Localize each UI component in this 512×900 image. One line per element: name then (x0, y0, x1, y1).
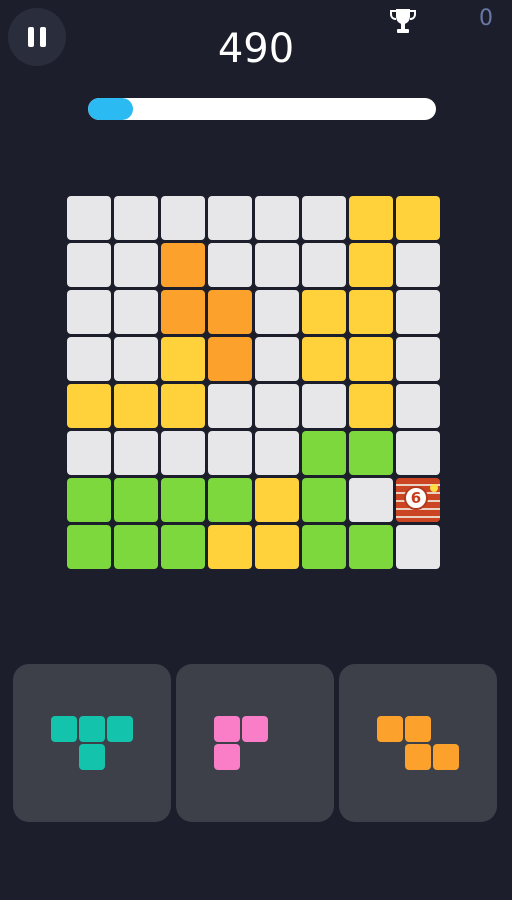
empty-cell (67, 431, 111, 475)
empty-cell (161, 431, 205, 475)
yellow-block (255, 478, 299, 522)
empty-cell (161, 196, 205, 240)
empty-cell (396, 384, 440, 428)
empty-cell (255, 243, 299, 287)
green-block (114, 478, 158, 522)
empty-cell (396, 290, 440, 334)
piece-block (79, 716, 105, 742)
teal-t-piece[interactable] (51, 716, 133, 770)
empty-cell (255, 384, 299, 428)
empty-cell (302, 384, 346, 428)
empty-cell (255, 196, 299, 240)
empty-cell (114, 337, 158, 381)
empty-cell (255, 431, 299, 475)
green-block (114, 525, 158, 569)
empty-cell (302, 196, 346, 240)
piece-block (433, 744, 459, 770)
piece-block (51, 716, 77, 742)
yellow-block (161, 337, 205, 381)
empty-cell (67, 196, 111, 240)
empty-cell (396, 243, 440, 287)
empty-cell (255, 290, 299, 334)
green-block (302, 525, 346, 569)
green-block (161, 478, 205, 522)
yellow-block (396, 196, 440, 240)
yellow-block (349, 384, 393, 428)
empty-cell (396, 337, 440, 381)
empty-cell (349, 478, 393, 522)
piece-block (79, 744, 105, 770)
current-score: 490 (217, 26, 295, 72)
yellow-block (208, 525, 252, 569)
level-progress-bar (88, 98, 436, 120)
bomb-block: 6 (396, 478, 440, 522)
piece-block (107, 716, 133, 742)
piece-block (433, 716, 459, 742)
green-block (349, 525, 393, 569)
piece-block (377, 716, 403, 742)
piece-block (377, 744, 403, 770)
empty-cell (302, 243, 346, 287)
empty-cell (396, 525, 440, 569)
piece-block (107, 744, 133, 770)
empty-cell (114, 243, 158, 287)
bomb-counter: 6 (404, 486, 428, 510)
piece-slot-2[interactable] (176, 664, 334, 822)
yellow-block (349, 243, 393, 287)
yellow-block (349, 196, 393, 240)
green-block (349, 431, 393, 475)
piece-block (270, 716, 296, 742)
empty-cell (208, 431, 252, 475)
orange-block (161, 290, 205, 334)
piece-slot-3[interactable] (339, 664, 497, 822)
piece-block (405, 744, 431, 770)
orange-block (208, 290, 252, 334)
yellow-block (161, 384, 205, 428)
empty-cell (67, 337, 111, 381)
orange-block (161, 243, 205, 287)
empty-cell (208, 384, 252, 428)
empty-cell (208, 243, 252, 287)
piece-block (242, 744, 268, 770)
orange-block (208, 337, 252, 381)
yellow-block (349, 337, 393, 381)
empty-cell (67, 243, 111, 287)
game-board[interactable]: 6 (66, 195, 446, 575)
piece-block (51, 744, 77, 770)
bomb-fuse-spark (430, 484, 438, 492)
empty-cell (114, 290, 158, 334)
piece-block (242, 716, 268, 742)
yellow-block (302, 290, 346, 334)
green-block (208, 478, 252, 522)
green-block (67, 525, 111, 569)
empty-cell (396, 431, 440, 475)
level-progress-fill (88, 98, 134, 120)
green-block (67, 478, 111, 522)
green-block (161, 525, 205, 569)
orange-z-piece[interactable] (377, 716, 459, 770)
piece-block (405, 716, 431, 742)
yellow-block (114, 384, 158, 428)
green-block (302, 431, 346, 475)
pink-l-piece[interactable] (214, 716, 296, 770)
piece-block (270, 744, 296, 770)
yellow-block (67, 384, 111, 428)
piece-slot-1[interactable] (13, 664, 171, 822)
piece-block (214, 744, 240, 770)
yellow-block (255, 525, 299, 569)
empty-cell (208, 196, 252, 240)
yellow-block (349, 290, 393, 334)
empty-cell (114, 196, 158, 240)
piece-block (214, 716, 240, 742)
green-block (302, 478, 346, 522)
empty-cell (255, 337, 299, 381)
empty-cell (67, 290, 111, 334)
yellow-block (302, 337, 346, 381)
empty-cell (114, 431, 158, 475)
